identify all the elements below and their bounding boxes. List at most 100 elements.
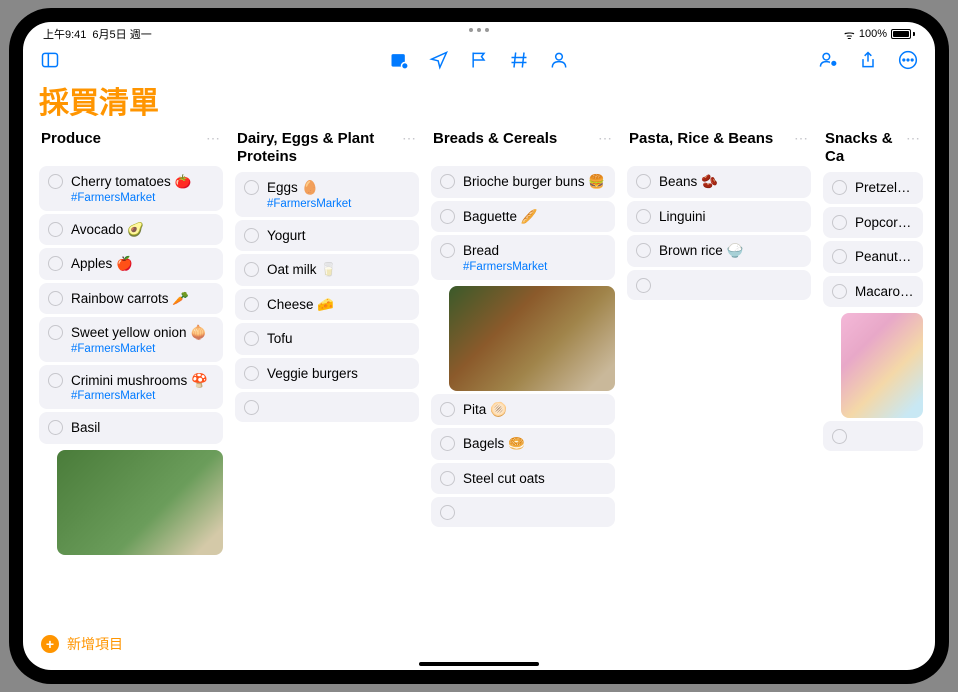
item-radio[interactable] [636,278,651,293]
home-indicator[interactable] [419,662,539,666]
item-radio[interactable] [244,180,259,195]
list-item[interactable]: Yogurt [235,220,419,252]
item-radio[interactable] [440,505,455,520]
empty-item[interactable] [235,392,419,422]
list-item[interactable]: Sweet yellow onion 🧅#FarmersMarket [39,317,223,362]
item-tag[interactable]: #FarmersMarket [71,343,214,355]
column-more-icon[interactable]: ⋯ [402,130,417,147]
item-radio[interactable] [48,325,63,340]
empty-item[interactable] [627,270,811,300]
item-radio[interactable] [48,256,63,271]
column: Dairy, Eggs & Plant Proteins⋯Eggs 🥚#Farm… [235,128,419,620]
item-radio[interactable] [440,402,455,417]
item-radio[interactable] [48,291,63,306]
list-item[interactable]: Bagels 🥯 [431,428,615,460]
column-more-icon[interactable]: ⋯ [906,130,921,147]
column: Snacks & Ca⋯Pretzels 🥨Popcorn 🍿Peanuts 🥜… [823,128,923,620]
list-item[interactable]: Pita 🫓 [431,394,615,426]
item-radio[interactable] [244,366,259,381]
item-label: Bread [463,242,606,260]
hashtag-icon[interactable] [508,49,530,71]
item-radio[interactable] [48,222,63,237]
item-radio[interactable] [244,331,259,346]
list-item[interactable]: Bread#FarmersMarket [431,235,615,280]
empty-item[interactable] [431,497,615,527]
item-radio[interactable] [832,429,847,444]
collaborate-icon[interactable] [817,49,839,71]
item-tag[interactable]: #FarmersMarket [463,261,606,273]
list-item[interactable]: Tofu [235,323,419,355]
column-more-icon[interactable]: ⋯ [598,130,613,147]
column-title: Breads & Cereals [433,130,557,148]
sidebar-icon[interactable] [39,49,61,71]
item-radio[interactable] [440,243,455,258]
list-item[interactable]: Veggie burgers [235,358,419,390]
list-item[interactable]: Pretzels 🥨 [823,172,923,204]
list-item[interactable]: Oat milk 🥛 [235,254,419,286]
item-radio[interactable] [832,180,847,195]
list-item[interactable]: Cherry tomatoes 🍅#FarmersMarket [39,166,223,211]
item-image[interactable] [57,450,223,555]
item-radio[interactable] [48,373,63,388]
column-more-icon[interactable]: ⋯ [206,130,221,147]
column: Breads & Cereals⋯Brioche burger buns 🍔Ba… [431,128,615,620]
item-label: Tofu [267,330,410,348]
item-image[interactable] [449,286,615,391]
more-icon[interactable] [897,49,919,71]
item-radio[interactable] [244,400,259,415]
list-item[interactable]: Apples 🍎 [39,248,223,280]
item-radio[interactable] [832,284,847,299]
item-label: Pretzels 🥨 [855,179,914,197]
calendar-icon[interactable] [388,49,410,71]
list-item[interactable]: Steel cut oats [431,463,615,495]
flag-icon[interactable] [468,49,490,71]
item-radio[interactable] [48,420,63,435]
page-title: 採買清單 [39,78,919,122]
empty-item[interactable] [823,421,923,451]
item-radio[interactable] [244,262,259,277]
list-item[interactable]: Brioche burger buns 🍔 [431,166,615,198]
list-item[interactable]: Macarons [823,276,923,308]
list-item[interactable]: Cheese 🧀 [235,289,419,321]
item-image[interactable] [841,313,923,418]
list-item[interactable]: Baguette 🥖 [431,201,615,233]
item-tag[interactable]: #FarmersMarket [267,198,410,210]
item-label: Cherry tomatoes 🍅 [71,173,214,191]
board[interactable]: Produce⋯Cherry tomatoes 🍅#FarmersMarketA… [23,128,935,670]
item-radio[interactable] [244,297,259,312]
list-item[interactable]: Crimini mushrooms 🍄#FarmersMarket [39,365,223,410]
item-radio[interactable] [636,174,651,189]
item-radio[interactable] [636,243,651,258]
list-item[interactable]: Beans 🫘 [627,166,811,198]
list-item[interactable]: Basil [39,412,223,444]
multitask-dots[interactable] [469,28,489,32]
item-tag[interactable]: #FarmersMarket [71,192,214,204]
item-radio[interactable] [440,436,455,451]
item-radio[interactable] [636,209,651,224]
item-radio[interactable] [832,249,847,264]
column: Produce⋯Cherry tomatoes 🍅#FarmersMarketA… [39,128,223,620]
add-item-button[interactable]: + 新增項目 [23,628,935,660]
item-tag[interactable]: #FarmersMarket [71,390,214,402]
wifi-icon: ᯤ [844,26,855,43]
list-item[interactable]: Peanuts 🥜 [823,241,923,273]
list-item[interactable]: Popcorn 🍿 [823,207,923,239]
list-item[interactable]: Eggs 🥚#FarmersMarket [235,172,419,217]
list-item[interactable]: Brown rice 🍚 [627,235,811,267]
column-more-icon[interactable]: ⋯ [794,130,809,147]
list-item[interactable]: Linguini [627,201,811,233]
status-time: 上午9:41 [43,26,86,42]
item-radio[interactable] [48,174,63,189]
share-icon[interactable] [857,49,879,71]
list-item[interactable]: Avocado 🥑 [39,214,223,246]
item-radio[interactable] [244,228,259,243]
item-radio[interactable] [440,174,455,189]
item-label: Rainbow carrots 🥕 [71,290,214,308]
item-radio[interactable] [440,209,455,224]
item-radio[interactable] [440,471,455,486]
item-radio[interactable] [832,215,847,230]
item-label: Pita 🫓 [463,401,606,419]
person-icon[interactable] [548,49,570,71]
location-icon[interactable] [428,49,450,71]
list-item[interactable]: Rainbow carrots 🥕 [39,283,223,315]
